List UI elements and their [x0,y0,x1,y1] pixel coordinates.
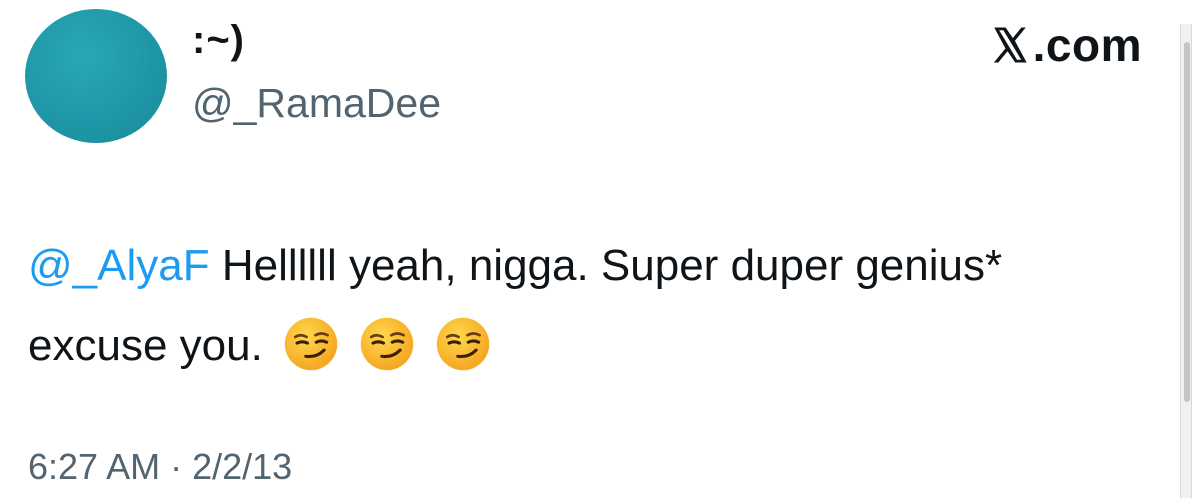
tweet-line-1: @_AlyaF Hellllll yeah, nigga. Super dupe… [28,226,1178,306]
smirking-face-emoji [284,318,338,371]
tweet-body: @_AlyaF Hellllll yeah, nigga. Super dupe… [28,226,1178,386]
avatar[interactable] [25,9,167,143]
tweet-timestamp[interactable]: 6:27 AM · 2/2/13 [28,449,292,485]
smirking-face-emoji [360,318,414,371]
mention-link[interactable]: @_AlyaF [28,241,210,290]
emoji-row [283,316,491,372]
tweet-text-line-2: excuse you. [28,321,263,370]
x-logo-icon [993,27,1027,63]
brand-watermark: .com [989,20,1142,70]
author-display-name[interactable]: :~) [192,20,245,60]
brand-text: .com [1032,19,1142,71]
scrollbar-thumb[interactable] [1184,42,1190,402]
tweet-card: :~) @_RamaDee .com @_AlyaF Hellllll yeah… [0,0,1200,498]
tweet-line-2: excuse you. [28,306,1178,386]
author-handle[interactable]: @_RamaDee [192,83,441,124]
smirking-face-emoji [436,318,490,371]
tweet-text-line-1: Hellllll yeah, nigga. Super duper genius… [209,241,1003,290]
